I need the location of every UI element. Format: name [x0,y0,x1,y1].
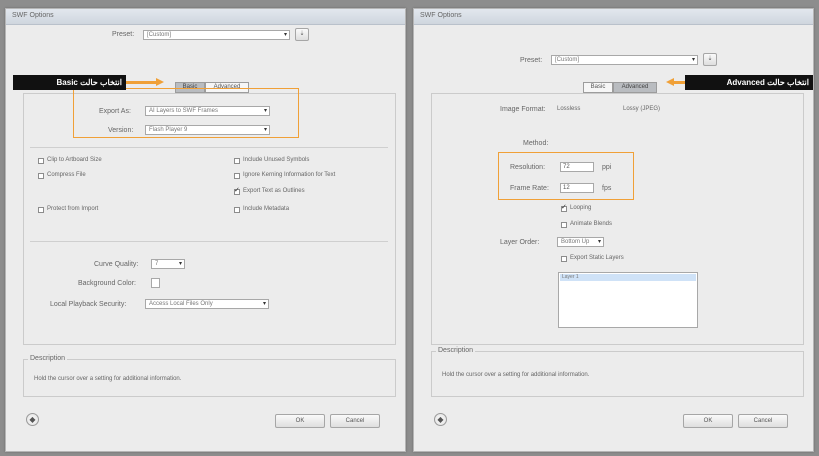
description-text: Hold the cursor over a setting for addit… [442,372,590,378]
preset-label: Preset: [112,31,135,38]
title-bar[interactable]: SWF Options [6,9,405,25]
advanced-callout: انتخاب حالت Advanced [685,75,813,90]
curve-quality-label: Curve Quality: [94,261,139,268]
lossless-label[interactable]: Lossless [557,106,580,112]
swf-options-dialog-basic: SWF Options Preset: [Custom] ▾ ⇣ Basic Ad… [5,8,406,452]
looping-label: Looping [570,205,592,211]
include-metadata-checkbox[interactable] [234,207,240,213]
unused-symbols-label: Include Unused Symbols [243,157,310,163]
description-group: Description Hold the cursor over a setti… [431,347,804,397]
unused-symbols-checkbox[interactable] [234,158,240,164]
animate-blends-label: Animate Blends [570,221,613,227]
callout-arrow [126,81,156,84]
version-label: Version: [108,127,134,134]
callout-arrow-head [156,78,164,86]
chevron-down-icon: ▾ [178,261,182,267]
image-format-label: Image Format: [500,106,546,113]
compress-file-checkbox[interactable] [38,173,44,179]
clip-artboard-label: Clip to Artboard Size [47,157,102,163]
callout-arrow-head [666,78,674,86]
help-icon[interactable]: ◆ [26,413,39,426]
help-icon[interactable]: ◆ [434,413,447,426]
cancel-button[interactable]: Cancel [738,414,788,428]
description-text: Hold the cursor over a setting for addit… [34,376,182,382]
description-legend: Description [28,355,68,362]
title-bar[interactable]: SWF Options [414,9,813,25]
lossy-label[interactable]: Lossy (JPEG) [623,106,660,112]
description-group: Description Hold the cursor over a setti… [23,355,396,397]
frame-rate-label: Frame Rate: [510,185,549,192]
local-playback-select[interactable]: Access Local Files Only ▾ [145,299,269,309]
ignore-kerning-checkbox[interactable] [234,173,240,179]
include-metadata-label: Include Metadata [243,206,290,212]
layer-order-select[interactable]: Bottom Up ▾ [557,237,604,247]
ok-button[interactable]: OK [683,414,733,428]
list-item[interactable]: Layer 1 [560,274,696,281]
resolution-label: Resolution: [510,164,546,171]
text-outlines-label: Export Text as Outlines [243,188,305,194]
export-as-label: Export As: [99,108,131,115]
protect-import-checkbox[interactable] [38,207,44,213]
dialog-title: SWF Options [420,12,462,19]
text-outlines-checkbox[interactable] [234,186,240,195]
basic-callout: انتخاب حالت Basic [13,75,126,90]
preset-select[interactable]: [Custom] ▾ [143,30,290,40]
static-layers-checkbox[interactable] [561,256,567,262]
tab-basic[interactable]: Basic [583,82,613,93]
preset-select[interactable]: [Custom] ▾ [551,55,698,65]
export-as-select[interactable]: AI Layers to SWF Frames ▾ [145,106,270,116]
static-layers-label: Export Static Layers [570,255,624,261]
save-preset-button[interactable]: ⇣ [295,28,309,41]
background-color-swatch[interactable] [151,278,160,288]
save-preset-button[interactable]: ⇣ [703,53,717,66]
ignore-kerning-label: Ignore Kerning Information for Text [243,172,336,178]
ok-button[interactable]: OK [275,414,325,428]
description-legend: Description [436,347,476,354]
divider [30,241,388,242]
chevron-down-icon: ▾ [597,239,601,245]
frame-rate-input[interactable]: 12 [560,183,594,193]
chevron-down-icon: ▾ [263,127,267,133]
dialog-title: SWF Options [12,12,54,19]
resolution-input[interactable]: 72 [560,162,594,172]
looping-checkbox[interactable] [561,203,567,212]
curve-quality-select[interactable]: 7 ▾ [151,259,185,269]
protect-import-label: Protect from Import [47,206,99,212]
version-select[interactable]: Flash Player 9 ▾ [145,125,270,135]
tab-advanced[interactable]: Advanced [613,82,657,93]
background-color-label: Background Color: [78,280,136,287]
chevron-down-icon: ▾ [263,108,267,114]
layer-order-label: Layer Order: [500,239,540,246]
preset-label: Preset: [520,57,543,64]
resolution-unit: ppi [602,164,612,171]
method-label: Method: [523,140,549,147]
compress-file-label: Compress File [47,172,86,178]
divider [30,147,388,148]
frame-rate-unit: fps [602,185,612,192]
chevron-down-icon: ▾ [262,301,266,307]
cancel-button[interactable]: Cancel [330,414,380,428]
clip-artboard-checkbox[interactable] [38,158,44,164]
chevron-down-icon: ▾ [691,57,695,63]
chevron-down-icon: ▾ [283,32,287,38]
animate-blends-checkbox[interactable] [561,222,567,228]
callout-arrow [674,81,685,84]
layers-listbox[interactable]: Layer 1 [558,272,698,328]
swf-options-dialog-advanced: SWF Options Preset: [Custom] ▾ ⇣ Basic Ad… [413,8,814,452]
local-playback-label: Local Playback Security: [50,301,127,308]
